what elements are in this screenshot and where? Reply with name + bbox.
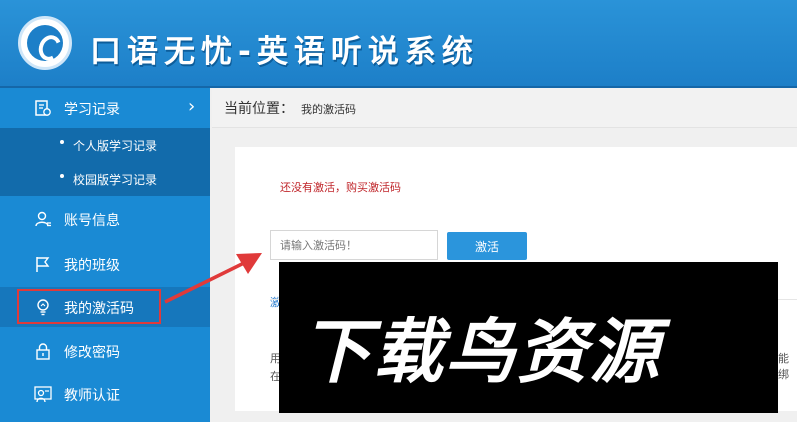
watermark-text: 下载鸟资源 xyxy=(301,311,661,393)
watermark-overlay: 下载鸟资源 xyxy=(279,262,778,413)
